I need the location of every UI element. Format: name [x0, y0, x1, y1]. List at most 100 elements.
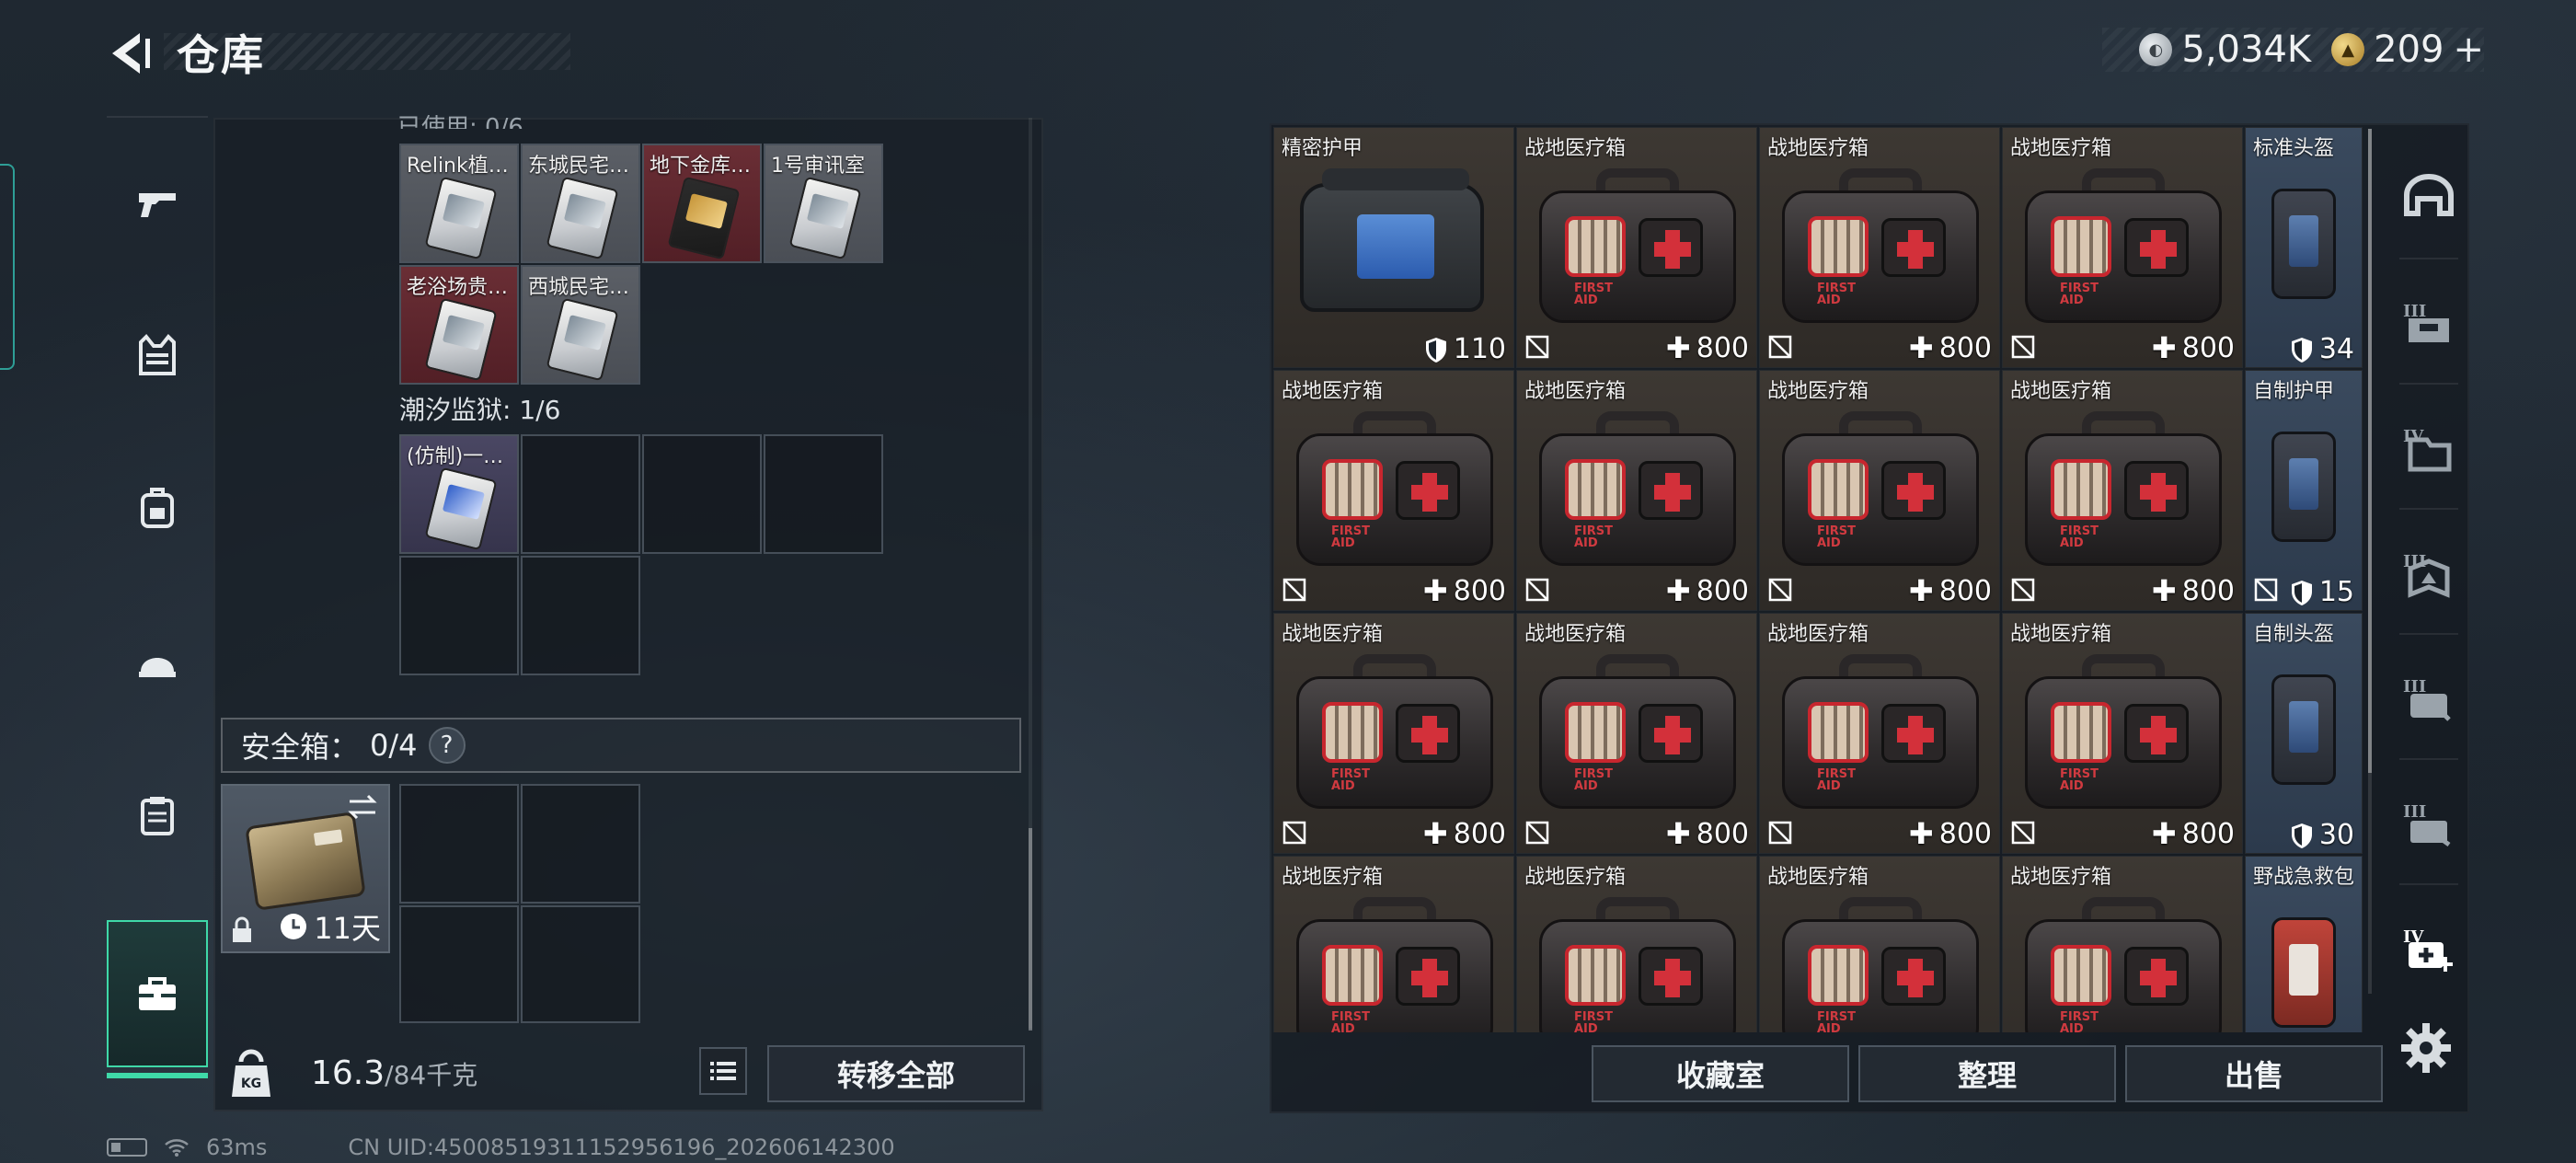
item-slot[interactable]: 战地医疗箱 FIRST AID ✚ 800	[1759, 613, 2000, 854]
first-aid-kit-icon: FIRST AID	[1296, 897, 1493, 1032]
durability-shield-icon	[1425, 337, 1446, 363]
silver-currency[interactable]: ◐ 5,034K	[2139, 29, 2311, 71]
item-slot[interactable]: 战地医疗箱 FIRST AID	[1516, 856, 1757, 1032]
key-slot[interactable]: Relink植…	[399, 144, 519, 263]
item-slot[interactable]: 战地医疗箱 FIRST AID ✚ 800	[1759, 127, 2000, 368]
warehouse-scroll-thumb[interactable]	[2368, 129, 2372, 773]
item-slot[interactable]: 战地医疗箱 FIRST AID ✚ 800	[1516, 613, 1757, 854]
side-drawer-tab[interactable]	[0, 164, 15, 370]
filter-tier3-misc[interactable]: III	[2386, 766, 2471, 883]
filter-all[interactable]	[2386, 140, 2471, 258]
safe-box-item[interactable]: 11天	[221, 784, 390, 953]
first-aid-kit-icon: FIRST AID	[1782, 654, 1979, 809]
uid-text: CN UID:450085193111529561​96_20260614230…	[348, 1134, 895, 1160]
empty-key-slot[interactable]	[399, 556, 519, 675]
transfer-all-button[interactable]: 转移全部	[767, 1045, 1025, 1102]
filter-tier4-docs[interactable]: IV	[2386, 390, 2471, 508]
item-slot[interactable]: 战地医疗箱 FIRST AID	[1273, 856, 1514, 1032]
item-slot[interactable]: 自制护甲 15	[2245, 370, 2363, 611]
pistol-icon	[139, 193, 176, 217]
key-slot[interactable]: 1号审讯室	[764, 144, 883, 263]
item-name: 战地医疗箱	[2010, 866, 2112, 889]
first-aid-kit-icon: FIRST AID	[1782, 411, 1979, 566]
sell-button[interactable]: 出售	[2125, 1045, 2383, 1102]
svg-text:IV: IV	[2403, 427, 2424, 446]
safe-box-slot[interactable]	[521, 784, 640, 904]
item-slot[interactable]: 战地医疗箱 FIRST AID	[2002, 856, 2243, 1032]
toolbox-icon	[139, 977, 176, 1010]
gold-topup-plus[interactable]: +	[2453, 29, 2484, 71]
swap-icon[interactable]	[346, 793, 379, 821]
durability-shield-icon	[2291, 580, 2312, 605]
item-slot[interactable]: 战地医疗箱 FIRST AID ✚ 800	[1273, 370, 1514, 611]
item-slot[interactable]: 战地医疗箱 FIRST AID ✚ 800	[1273, 613, 1514, 854]
key-slot[interactable]: 东城民宅…	[521, 144, 640, 263]
item-stat: ✚ 800	[2152, 573, 2235, 608]
item-slot[interactable]: 战地医疗箱 FIRST AID ✚ 800	[1759, 370, 2000, 611]
lock-icon	[233, 916, 251, 942]
item-name: 战地医疗箱	[1767, 137, 1869, 160]
filter-tier3-map[interactable]: III	[2386, 515, 2471, 633]
filter-tier3-medic[interactable]: III	[2386, 640, 2471, 758]
safe-box-count: 0/4	[370, 728, 418, 763]
ping-text: 63ms	[206, 1134, 268, 1160]
list-icon	[710, 1062, 736, 1080]
nav-backpack[interactable]	[107, 434, 208, 582]
helmet-all-icon	[2404, 174, 2454, 216]
no-trade-icon	[1768, 335, 1792, 359]
item-slot[interactable]: 战地医疗箱 FIRST AID ✚ 800	[2002, 127, 2243, 368]
organize-button[interactable]: 整理	[1858, 1045, 2116, 1102]
item-slot[interactable]: 战地医疗箱 FIRST AID ✚ 800	[1516, 370, 1757, 611]
safe-box-slot[interactable]	[521, 905, 640, 1023]
no-trade-icon	[2254, 578, 2278, 602]
tier-4-folder-icon: IV	[2403, 427, 2452, 472]
item-slot[interactable]: 野战急救包	[2245, 856, 2363, 1032]
item-slot[interactable]: 精密护甲 110	[1273, 127, 1514, 368]
empty-key-slot[interactable]	[521, 434, 640, 554]
tier-3-map-icon: III	[2403, 552, 2450, 598]
prison-key-slot[interactable]: (仿制)一…	[399, 434, 519, 554]
item-slot[interactable]: 战地医疗箱 FIRST AID ✚ 800	[1516, 127, 1757, 368]
nav-weapons[interactable]	[107, 129, 208, 276]
back-button[interactable]	[103, 26, 158, 81]
help-icon[interactable]: ?	[428, 727, 466, 764]
empty-key-slot[interactable]	[764, 434, 883, 554]
item-slot[interactable]: 自制头盔 30	[2245, 613, 2363, 854]
filter-tier3-gear[interactable]: III	[2386, 265, 2471, 383]
nav-helmet[interactable]	[107, 589, 208, 736]
safe-box-slot[interactable]	[399, 905, 519, 1023]
container-scroll-thumb[interactable]	[1029, 828, 1032, 1031]
silver-amount: 5,034K	[2181, 29, 2312, 71]
item-stat-value: 800	[1696, 574, 1749, 607]
list-view-button[interactable]	[699, 1047, 747, 1095]
gold-amount: 209	[2374, 29, 2444, 71]
item-stat: ✚ 800	[1909, 330, 1992, 365]
nav-vest[interactable]	[107, 282, 208, 429]
nav-safe[interactable]	[107, 920, 208, 1078]
empty-key-slot[interactable]	[521, 556, 640, 675]
tier-3-medic-icon: III	[2403, 677, 2451, 721]
item-slot[interactable]: 战地医疗箱 FIRST AID ✚ 800	[2002, 613, 2243, 854]
first-aid-kit-icon: FIRST AID	[1539, 168, 1736, 323]
filter-tier4-medkit[interactable]: IV	[2386, 891, 2471, 1008]
key-slot[interactable]: 老浴场贵…	[399, 265, 519, 385]
key-slot[interactable]: 西城民宅…	[521, 265, 640, 385]
item-stat-value: 800	[1696, 331, 1749, 364]
nav-armor[interactable]	[107, 742, 208, 889]
item-slot[interactable]: 战地医疗箱 FIRST AID ✚ 800	[2002, 370, 2243, 611]
heal-plus-icon: ✚	[1422, 816, 1448, 851]
safe-box-slot[interactable]	[399, 784, 519, 904]
item-slot[interactable]: 标准头盔 34	[2245, 127, 2363, 368]
item-stat-value: 800	[1938, 331, 1992, 364]
key-slot[interactable]: 地下金库…	[642, 144, 762, 263]
body-armor-icon	[141, 797, 174, 835]
gold-currency[interactable]: ▲ 209 +	[2331, 29, 2484, 71]
empty-key-slot[interactable]	[642, 434, 762, 554]
key-name: 老浴场贵…	[407, 276, 509, 299]
keycard-icon	[424, 297, 498, 382]
item-slot[interactable]: 战地医疗箱 FIRST AID	[1759, 856, 2000, 1032]
item-name: 战地医疗箱	[1524, 623, 1627, 646]
item-name: 精密护甲	[1282, 137, 1363, 160]
settings-button[interactable]	[2399, 1021, 2453, 1075]
collection-room-button[interactable]: 收藏室	[1592, 1045, 1849, 1102]
